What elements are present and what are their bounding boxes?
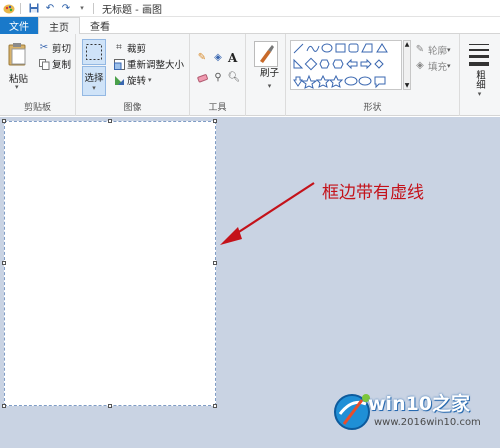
color-picker-tool[interactable]: ⚲ — [212, 72, 226, 84]
shapes-gallery[interactable] — [290, 40, 402, 90]
brushes-button[interactable]: 刷子 ▾ — [260, 68, 279, 92]
annotation-text: 框边带有虚线 — [322, 183, 424, 203]
pencil-icon: ✎ — [197, 52, 207, 63]
drawing-canvas[interactable] — [4, 121, 216, 406]
customize-dropdown-icon[interactable]: ▾ — [75, 2, 89, 15]
crop-icon: ⌗ — [116, 42, 122, 53]
fill-icon: ◈ — [416, 60, 424, 71]
quick-access-toolbar: ↶ ↷ ▾ — [0, 0, 98, 17]
size-button[interactable]: 粗细 ▾ — [474, 70, 485, 100]
watermark-title: win10之家 — [368, 393, 471, 415]
crop-label: 裁剪 — [127, 44, 147, 55]
title-bar: ↶ ↷ ▾ 无标题 - 画图 — [0, 0, 500, 17]
resize-icon — [113, 58, 125, 70]
eyedropper-icon: ⚲ — [214, 72, 222, 83]
size-label: 粗细 — [474, 70, 485, 89]
eraser-icon — [196, 72, 208, 84]
crop-button[interactable]: ⌗ 裁剪 — [113, 41, 147, 56]
image-group: 选择 ▾ ⌗ 裁剪 重新调整大小 旋转 ▾ 图像 — [76, 34, 190, 116]
text-tool-icon: A — [228, 51, 238, 65]
resize-button[interactable]: 重新调整大小 — [113, 57, 184, 71]
tools-group: ✎ ◈ A ⚲ 🔍︎ 工具 — [190, 34, 246, 116]
pencil-tool[interactable]: ✎ — [196, 52, 210, 64]
resize-handle[interactable] — [213, 119, 217, 123]
tools-group-label: 工具 — [208, 103, 227, 113]
size-dropdown-icon: ▾ — [477, 90, 482, 98]
magnifier-tool[interactable]: 🔍︎ — [228, 72, 242, 84]
select-dropdown-icon: ▾ — [92, 84, 96, 92]
brushes-label: 刷子 — [260, 68, 280, 79]
image-group-label: 图像 — [123, 103, 142, 113]
tab-file[interactable]: 文件 — [0, 17, 38, 34]
window-title: 无标题 - 画图 — [102, 4, 162, 16]
tab-view[interactable]: 查看 — [80, 17, 120, 34]
cut-button[interactable]: ✂ 剪切 — [38, 41, 72, 56]
select-button[interactable]: 选择 ▾ — [82, 66, 106, 96]
clipboard-group-label: 剪贴板 — [23, 103, 51, 113]
resize-handle[interactable] — [2, 404, 6, 408]
rotate-label: 旋转 — [127, 76, 147, 87]
clipboard-group: 粘贴 ▾ ✂ 剪切 复制 剪贴板 — [0, 34, 76, 116]
resize-handle[interactable] — [2, 119, 6, 123]
resize-handle[interactable] — [2, 261, 6, 265]
scroll-up-icon: ▲ — [404, 41, 410, 48]
resize-label: 重新调整大小 — [127, 60, 185, 71]
resize-handle[interactable] — [108, 119, 112, 123]
magnifier-icon: 🔍︎ — [227, 72, 241, 83]
redo-icon[interactable]: ↷ — [59, 2, 73, 15]
watermark-url: www.2016win10.com — [374, 417, 481, 428]
rotate-icon — [113, 74, 125, 86]
separator — [20, 2, 21, 14]
fill-label: 填充 — [428, 62, 448, 73]
paint-app-icon[interactable] — [2, 2, 16, 15]
save-icon[interactable] — [27, 2, 41, 15]
size-group: 粗细 ▾ — [460, 34, 500, 116]
copy-button[interactable]: 复制 — [38, 57, 71, 71]
brushes-dropdown-icon: ▾ — [267, 82, 272, 90]
scissors-icon: ✂ — [39, 42, 49, 53]
rotate-dropdown-icon: ▾ — [148, 76, 152, 84]
fill-tool[interactable]: ◈ — [212, 52, 226, 64]
eraser-tool[interactable] — [196, 72, 210, 84]
brushes-group: 刷子 ▾ — [246, 34, 286, 116]
shapes-group: ▲ ▼ ✎ 轮廓 ▾ ◈ 填充 ▾ 形状 — [286, 34, 460, 116]
text-tool[interactable]: A — [228, 51, 237, 65]
copy-label: 复制 — [52, 60, 72, 71]
fill-dropdown-icon: ▾ — [447, 62, 451, 70]
outline-dropdown-icon: ▾ — [447, 46, 451, 54]
ribbon-tabs: 文件 主页 查看 — [0, 17, 500, 35]
shapes-group-label: 形状 — [363, 103, 382, 113]
fill-bucket-icon: ◈ — [214, 52, 222, 63]
select-icon[interactable] — [82, 39, 106, 65]
resize-handle[interactable] — [213, 261, 217, 265]
annotation-arrow — [220, 182, 315, 245]
resize-handle[interactable] — [213, 404, 217, 408]
select-label: 选择 — [84, 73, 104, 84]
resize-handle[interactable] — [108, 404, 112, 408]
shapes-icons — [293, 43, 388, 89]
outline-button[interactable]: ✎ 轮廓 ▾ — [414, 43, 451, 58]
line-size-icon[interactable] — [468, 42, 490, 68]
cut-label: 剪切 — [52, 44, 72, 55]
fill-button[interactable]: ◈ 填充 ▾ — [414, 59, 451, 74]
ribbon: 粘贴 ▾ ✂ 剪切 复制 剪贴板 选择 ▾ ⌗ 裁剪 重新调整大小 旋转 ▾ 图像 ✎… — [0, 34, 500, 116]
outline-label: 轮廓 — [428, 46, 448, 57]
tab-home[interactable]: 主页 — [38, 17, 80, 35]
copy-icon — [38, 58, 50, 70]
shapes-scroll[interactable]: ▲ ▼ — [403, 40, 411, 90]
watermark: win10之家 www.2016win10.com — [332, 385, 500, 448]
undo-icon[interactable]: ↶ — [43, 2, 57, 15]
rotate-button[interactable]: 旋转 ▾ — [113, 73, 152, 87]
brush-icon[interactable] — [254, 41, 278, 67]
paste-icon[interactable] — [5, 40, 31, 68]
outline-icon: ✎ — [415, 44, 425, 55]
separator — [93, 2, 94, 14]
scroll-down-icon: ▼ — [404, 82, 410, 89]
paste-dropdown-icon[interactable]: ▾ — [15, 83, 19, 91]
